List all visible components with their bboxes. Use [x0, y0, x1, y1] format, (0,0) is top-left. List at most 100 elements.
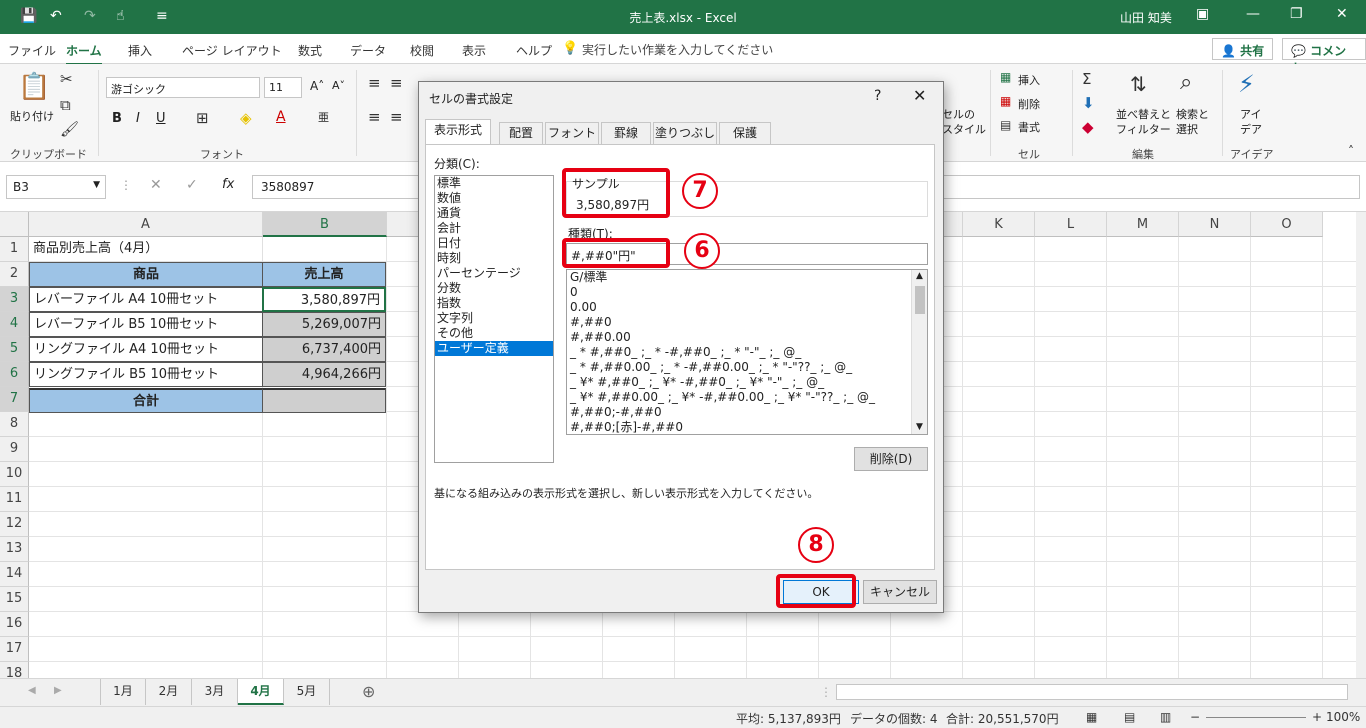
category-list[interactable]: 標準 数値 通貨 会計 日付 時刻 パーセンテージ 分数 指数 文字列 その他 …: [434, 175, 554, 463]
fill-color-icon[interactable]: ◈: [240, 109, 252, 127]
delete-cells-icon[interactable]: ▦: [1000, 94, 1011, 108]
category-item[interactable]: 標準: [435, 176, 553, 191]
cell-sales-value[interactable]: 5,269,007円: [262, 312, 386, 337]
format-item[interactable]: #,##0.00: [567, 330, 927, 345]
help-button[interactable]: ?: [874, 88, 881, 104]
page-layout-view-icon[interactable]: ▤: [1124, 710, 1135, 724]
cell-product-name[interactable]: レバーファイル B5 10冊セット: [29, 312, 263, 337]
category-item[interactable]: 通貨: [435, 206, 553, 221]
find-select-label2[interactable]: 選択: [1176, 121, 1198, 137]
tab-page-layout[interactable]: ページ レイアウト: [182, 42, 282, 59]
cell-header-sales[interactable]: 売上高: [262, 262, 386, 287]
format-item[interactable]: #,##0: [567, 315, 927, 330]
tab-file[interactable]: ファイル: [8, 42, 56, 59]
format-cells-icon[interactable]: ▤: [1000, 118, 1011, 132]
format-list[interactable]: G/標準 0 0.00 #,##0 #,##0.00 _ * #,##0_ ;_…: [566, 269, 928, 435]
zoom-level[interactable]: 100%: [1326, 710, 1360, 724]
copy-icon[interactable]: ⧉: [60, 96, 71, 114]
font-name-combo[interactable]: 游ゴシック: [106, 77, 260, 98]
page-break-view-icon[interactable]: ▥: [1160, 710, 1171, 724]
fill-icon[interactable]: ⬇: [1082, 94, 1095, 112]
insert-cells-label[interactable]: 挿入: [1018, 72, 1040, 88]
italic-icon[interactable]: I: [136, 111, 140, 126]
paste-icon[interactable]: 📋: [18, 72, 50, 102]
cell-header-product[interactable]: 商品: [29, 262, 263, 287]
cell-sales-value[interactable]: 4,964,266円: [262, 362, 386, 387]
normal-view-icon[interactable]: ▦: [1086, 710, 1097, 724]
ribbon-display-icon[interactable]: ▣: [1196, 6, 1209, 22]
row-header[interactable]: 6: [0, 362, 29, 387]
vertical-scrollbar[interactable]: [1356, 212, 1366, 678]
tab-fill[interactable]: 塗りつぶし: [653, 122, 717, 144]
ideas-label2[interactable]: デア: [1240, 121, 1262, 137]
sort-filter-label2[interactable]: フィルター: [1116, 121, 1171, 137]
clear-icon[interactable]: ◆: [1082, 118, 1094, 136]
user-name[interactable]: 山田 知美: [1120, 9, 1172, 26]
row-header[interactable]: 11: [0, 487, 29, 512]
cell-style-label[interactable]: セルの: [942, 106, 975, 122]
minimize-icon[interactable]: —: [1246, 6, 1260, 22]
ideas-icon[interactable]: ⚡: [1238, 70, 1255, 98]
insert-cells-icon[interactable]: ▦: [1000, 70, 1011, 84]
select-all-corner[interactable]: [0, 212, 29, 237]
tab-formulas[interactable]: 数式: [298, 42, 322, 59]
enter-icon[interactable]: ✓: [186, 177, 198, 193]
phonetic-icon[interactable]: 亜: [318, 109, 329, 125]
category-item[interactable]: 分数: [435, 281, 553, 296]
format-item[interactable]: _ ¥* #,##0_ ;_ ¥* -#,##0_ ;_ ¥* "-"_ ;_ …: [567, 375, 927, 390]
row-header[interactable]: 18: [0, 662, 29, 678]
format-item[interactable]: #,##0;[赤]-#,##0: [567, 420, 927, 434]
format-item[interactable]: _ ¥* #,##0.00_ ;_ ¥* -#,##0.00_ ;_ ¥* "-…: [567, 390, 927, 405]
sheet-tab[interactable]: 2月: [146, 679, 192, 705]
category-item-selected[interactable]: ユーザー定義: [435, 341, 553, 356]
cell-product-name[interactable]: リングファイル A4 10冊セット: [29, 337, 263, 362]
row-header[interactable]: 4: [0, 312, 29, 337]
share-button[interactable]: 👤 共有: [1212, 38, 1274, 60]
column-header[interactable]: N: [1179, 212, 1251, 237]
row-header[interactable]: 8: [0, 412, 29, 437]
tab-alignment[interactable]: 配置: [499, 122, 543, 144]
zoom-out-icon[interactable]: −: [1190, 710, 1200, 724]
tell-me-search[interactable]: 実行したい作業を入力してください: [582, 41, 773, 58]
sheet-tab[interactable]: 1月: [100, 679, 146, 705]
tab-protection[interactable]: 保護: [719, 122, 771, 144]
scroll-left-icon[interactable]: ◀: [28, 685, 36, 696]
cancel-icon[interactable]: ✕: [150, 177, 162, 193]
tab-insert[interactable]: 挿入: [128, 42, 152, 59]
sheet-tab-active[interactable]: 4月: [238, 679, 284, 705]
row-header[interactable]: 14: [0, 562, 29, 587]
chevron-down-icon[interactable]: ▼: [916, 422, 923, 432]
category-item[interactable]: 日付: [435, 236, 553, 251]
tab-home[interactable]: ホーム: [66, 42, 102, 66]
column-header[interactable]: L: [1035, 212, 1107, 237]
restore-icon[interactable]: ❐: [1290, 6, 1303, 22]
tab-font[interactable]: フォント: [545, 122, 599, 144]
row-header[interactable]: 16: [0, 612, 29, 637]
format-cells-label[interactable]: 書式: [1018, 119, 1040, 135]
cell-style-label2[interactable]: スタイル: [942, 121, 986, 137]
tab-view[interactable]: 表示: [462, 42, 486, 59]
scroll-thumb[interactable]: [915, 286, 925, 314]
row-header[interactable]: 15: [0, 587, 29, 612]
format-item[interactable]: G/標準: [567, 270, 927, 285]
sort-filter-icon[interactable]: ⇅: [1130, 72, 1147, 96]
underline-icon[interactable]: U: [156, 111, 166, 126]
category-item[interactable]: 時刻: [435, 251, 553, 266]
row-header[interactable]: 1: [0, 237, 29, 262]
category-item[interactable]: パーセンテージ: [435, 266, 553, 281]
tab-review[interactable]: 校閲: [410, 42, 434, 59]
delete-format-button[interactable]: 削除(D): [854, 447, 928, 471]
close-icon[interactable]: ✕: [913, 86, 926, 105]
row-header[interactable]: 10: [0, 462, 29, 487]
cancel-button[interactable]: キャンセル: [863, 580, 937, 604]
collapse-ribbon-icon[interactable]: ˄: [1348, 144, 1354, 158]
ideas-label[interactable]: アイ: [1240, 106, 1261, 122]
column-header[interactable]: K: [963, 212, 1035, 237]
sheet-tab[interactable]: 5月: [284, 679, 330, 705]
row-header[interactable]: 9: [0, 437, 29, 462]
cell-total-label[interactable]: 合計: [29, 388, 263, 413]
row-header[interactable]: 5: [0, 337, 29, 362]
align-top-icon[interactable]: ≡: [368, 74, 381, 92]
format-item[interactable]: _ * #,##0_ ;_ * -#,##0_ ;_ * "-"_ ;_ @_: [567, 345, 927, 360]
zoom-in-icon[interactable]: +: [1312, 710, 1322, 724]
